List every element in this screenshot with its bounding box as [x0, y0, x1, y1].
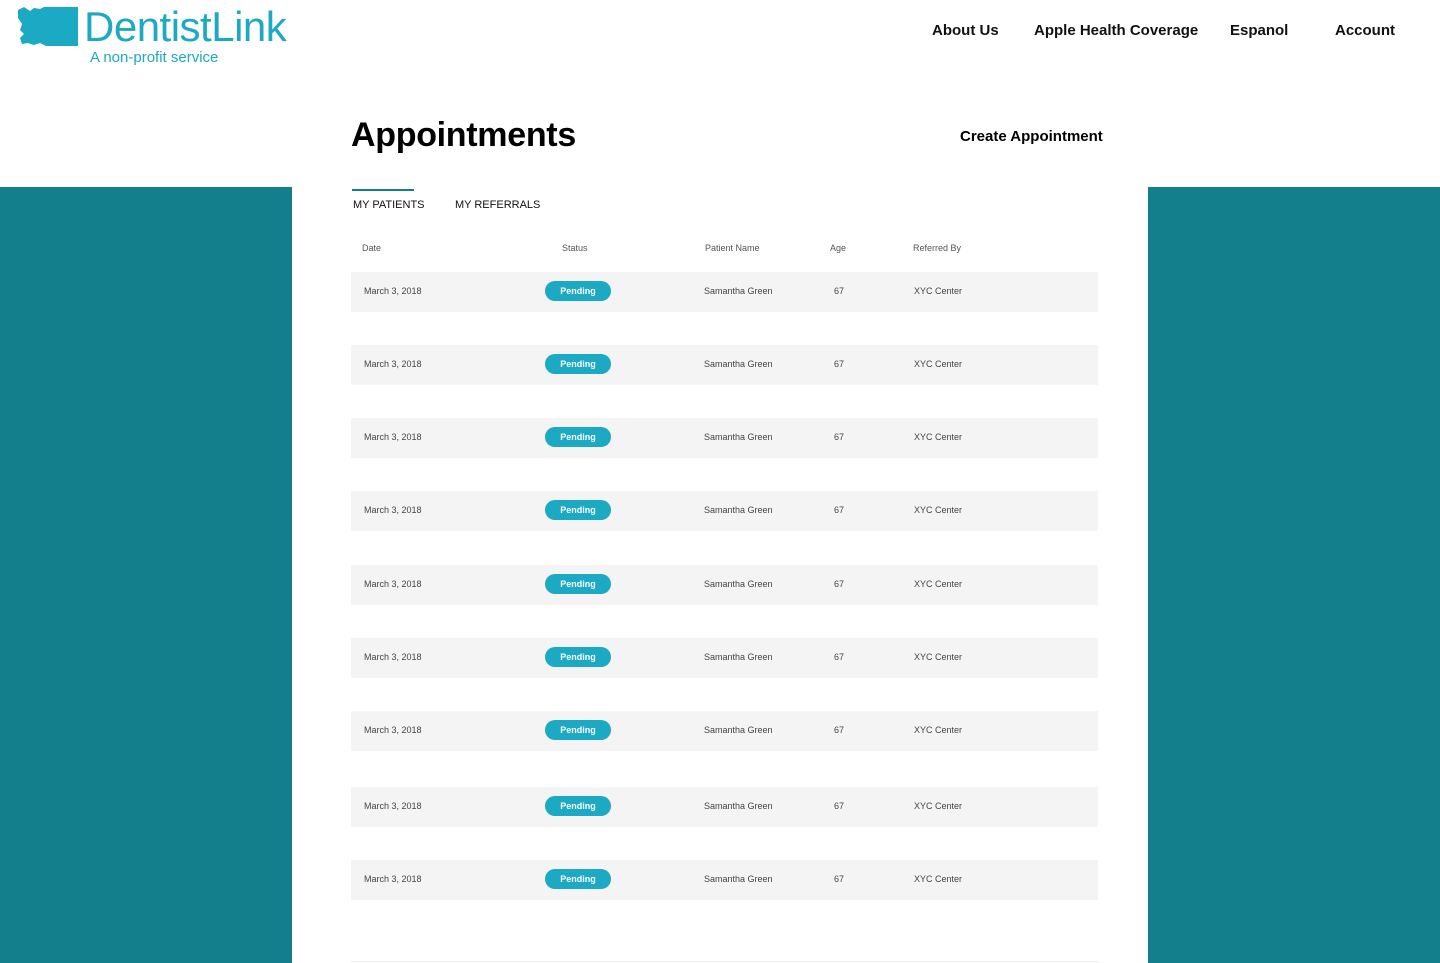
cell-patient-name: Samantha Green: [704, 652, 773, 662]
cell-referred-by: XYC Center: [914, 505, 963, 515]
cell-referred-by: XYC Center: [914, 579, 963, 589]
cell-patient-name: Samantha Green: [704, 359, 773, 369]
nav-account[interactable]: Account: [1335, 22, 1395, 39]
status-badge: Pending: [545, 427, 611, 447]
cell-age: 67: [834, 432, 845, 442]
cell-patient-name: Samantha Green: [704, 286, 773, 296]
cell-patient-name: Samantha Green: [704, 801, 773, 811]
cell-referred-by: XYC Center: [914, 874, 963, 884]
cell-date: March 3, 2018: [364, 874, 422, 884]
cell-age: 67: [834, 359, 845, 369]
cell-date: March 3, 2018: [364, 652, 422, 662]
cell-patient-name: Samantha Green: [704, 725, 773, 735]
status-badge: Pending: [545, 354, 611, 374]
cell-age: 67: [834, 801, 845, 811]
column-header-status[interactable]: Status: [562, 243, 588, 253]
status-badge: Pending: [545, 647, 611, 667]
cell-date: March 3, 2018: [364, 725, 422, 735]
column-header-patient-name[interactable]: Patient Name: [705, 243, 760, 253]
cell-age: 67: [834, 579, 845, 589]
table-row[interactable]: March 3, 2018 Pending Samantha Green 67 …: [351, 787, 1098, 827]
logo-text: DentistLink A non-profit service: [84, 3, 287, 67]
cell-referred-by: XYC Center: [914, 801, 963, 811]
cell-date: March 3, 2018: [364, 359, 422, 369]
page-title: Appointments: [351, 116, 576, 154]
cell-patient-name: Samantha Green: [704, 579, 773, 589]
active-tab-indicator: [352, 189, 414, 191]
tab-my-referrals[interactable]: MY REFERRALS: [455, 199, 540, 211]
table-row[interactable]: March 3, 2018 Pending Samantha Green 67 …: [351, 860, 1098, 900]
status-badge: Pending: [545, 281, 611, 301]
brand-name: DentistLink: [84, 3, 287, 50]
cell-patient-name: Samantha Green: [704, 505, 773, 515]
status-badge: Pending: [545, 500, 611, 520]
cell-referred-by: XYC Center: [914, 725, 963, 735]
logo[interactable]: DentistLink A non-profit service: [16, 3, 287, 67]
nav-apple-health-coverage[interactable]: Apple Health Coverage: [1034, 22, 1198, 39]
cell-age: 67: [834, 725, 845, 735]
table-row[interactable]: March 3, 2018 Pending Samantha Green 67 …: [351, 565, 1098, 605]
status-badge: Pending: [545, 574, 611, 594]
cell-date: March 3, 2018: [364, 505, 422, 515]
nav-espanol[interactable]: Espanol: [1230, 22, 1288, 39]
cell-age: 67: [834, 874, 845, 884]
cell-referred-by: XYC Center: [914, 652, 963, 662]
table-row[interactable]: March 3, 2018 Pending Samantha Green 67 …: [351, 711, 1098, 751]
cell-age: 67: [834, 505, 845, 515]
column-header-date[interactable]: Date: [362, 243, 381, 253]
cell-referred-by: XYC Center: [914, 359, 963, 369]
cell-patient-name: Samantha Green: [704, 432, 773, 442]
nav-about-us[interactable]: About Us: [932, 22, 999, 39]
status-badge: Pending: [545, 796, 611, 816]
column-header-age[interactable]: Age: [830, 243, 846, 253]
table-row[interactable]: March 3, 2018 Pending Samantha Green 67 …: [351, 345, 1098, 385]
cell-age: 67: [834, 652, 845, 662]
washington-state-icon: [18, 7, 78, 46]
create-appointment-button[interactable]: Create Appointment: [960, 128, 1103, 145]
column-header-referred-by[interactable]: Referred By: [913, 243, 961, 253]
table-row[interactable]: March 3, 2018 Pending Samantha Green 67 …: [351, 491, 1098, 531]
status-badge: Pending: [545, 869, 611, 889]
cell-date: March 3, 2018: [364, 286, 422, 296]
cell-age: 67: [834, 286, 845, 296]
cell-date: March 3, 2018: [364, 432, 422, 442]
cell-date: March 3, 2018: [364, 579, 422, 589]
tab-my-patients[interactable]: MY PATIENTS: [353, 199, 425, 211]
page: DentistLink A non-profit service About U…: [0, 0, 1440, 963]
cell-referred-by: XYC Center: [914, 432, 963, 442]
cell-date: March 3, 2018: [364, 801, 422, 811]
table-row[interactable]: March 3, 2018 Pending Samantha Green 67 …: [351, 272, 1098, 312]
table-bottom-divider: [351, 961, 1098, 962]
brand-tagline: A non-profit service: [90, 49, 219, 66]
table-row[interactable]: March 3, 2018 Pending Samantha Green 67 …: [351, 418, 1098, 458]
cell-patient-name: Samantha Green: [704, 874, 773, 884]
status-badge: Pending: [545, 720, 611, 740]
table-row[interactable]: March 3, 2018 Pending Samantha Green 67 …: [351, 638, 1098, 678]
cell-referred-by: XYC Center: [914, 286, 963, 296]
